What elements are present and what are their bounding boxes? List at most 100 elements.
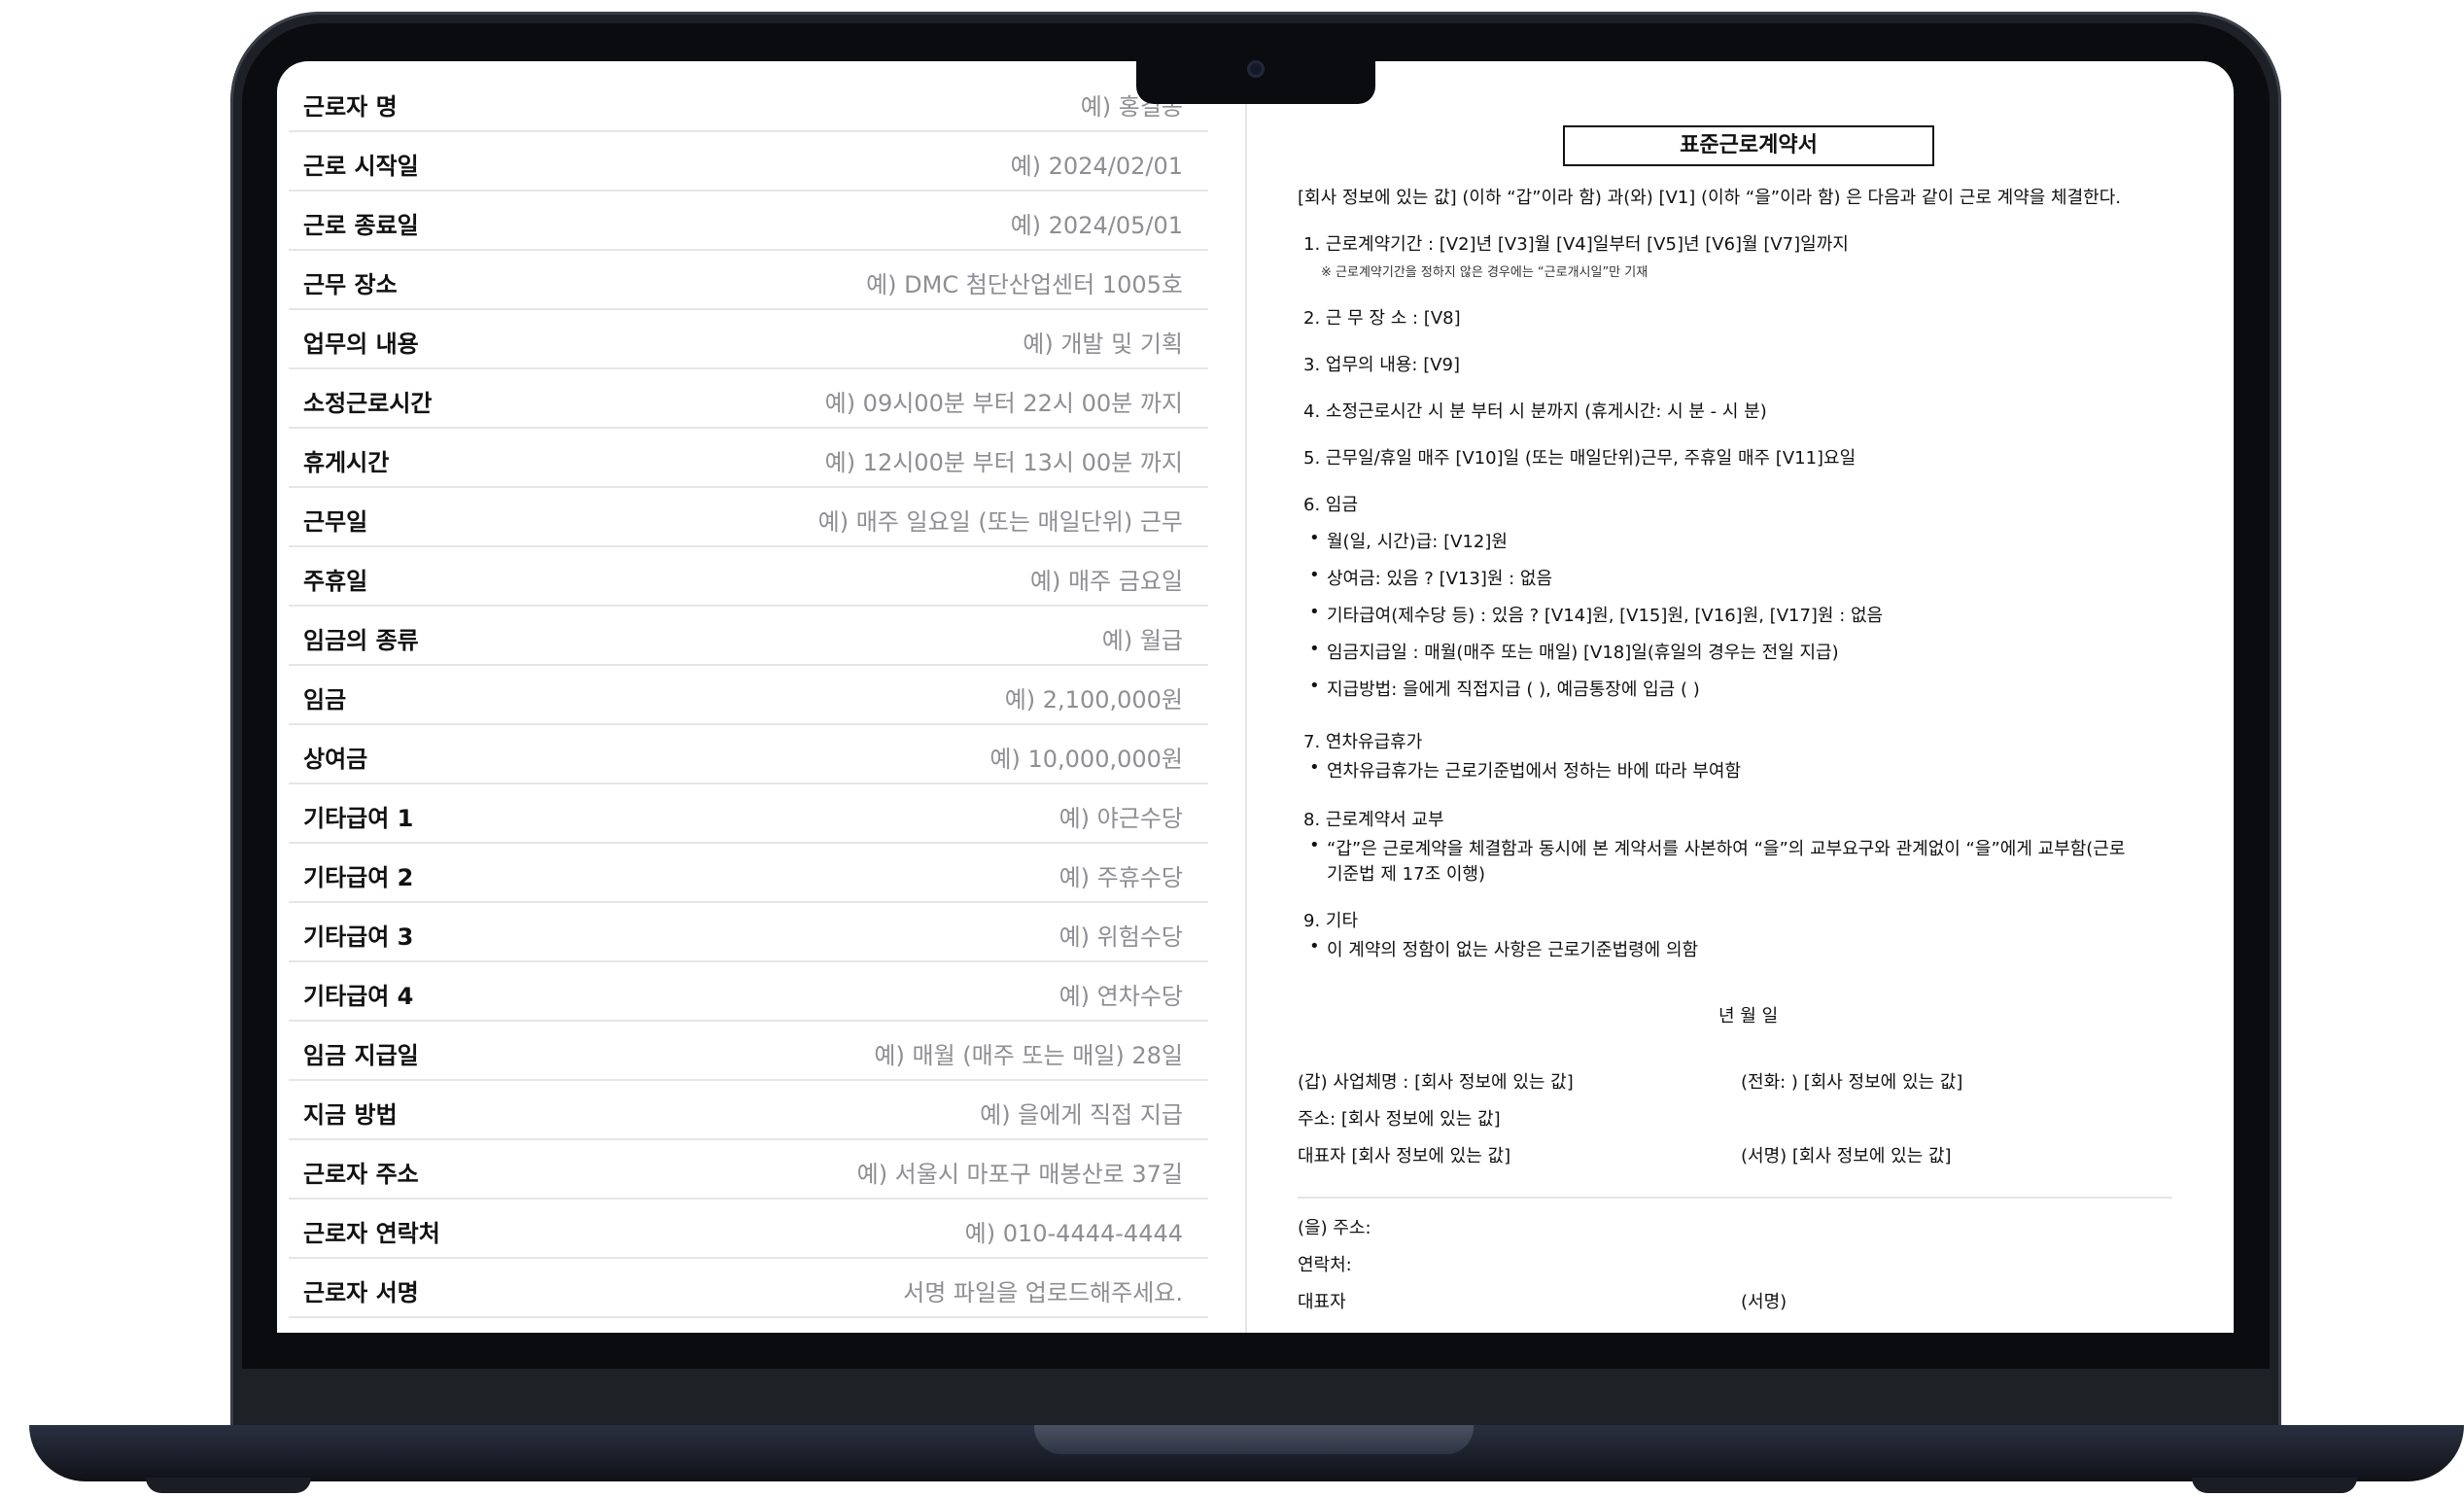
form-input-placeholder[interactable]: 예) 을에게 직접 지급: [980, 1096, 1183, 1130]
form-row[interactable]: 상여금 예) 10,000,000원: [289, 724, 1208, 784]
wage-bullet: 상여금: 있음 ? [V13]원 : 없음: [1309, 565, 1552, 590]
form-input-placeholder[interactable]: 예) 개발 및 기획: [1023, 325, 1183, 359]
employer-name: (갑) 사업체명 : [회사 정보에 있는 값]: [1298, 1072, 1574, 1093]
form-label: 근로 종료일: [303, 212, 419, 239]
base-opening-notch: [1034, 1425, 1474, 1454]
contract-form: 근로자 명 예) 홍길동 근로 시작일 예) 2024/02/01 근로 종료일 예) 2…: [277, 61, 1222, 1333]
form-row[interactable]: 근로자 명 예) 홍길동: [289, 72, 1208, 132]
clause-annual-leave: 7. 연차유급휴가: [1303, 732, 1423, 752]
form-row[interactable]: 기타급여 2 예) 주휴수당: [289, 843, 1208, 903]
form-row[interactable]: 근로자 서명 서명 파일을 업로드해주세요.: [289, 1258, 1208, 1318]
contract-date: 년 월 일: [1718, 1006, 1779, 1027]
form-input-placeholder[interactable]: 예) 2024/02/01: [1011, 147, 1183, 181]
form-row[interactable]: 지금 방법 예) 을에게 직접 지급: [289, 1080, 1208, 1140]
form-input-placeholder[interactable]: 예) 매주 금요일: [1030, 562, 1183, 596]
panel-divider: [1245, 104, 1247, 1333]
form-row[interactable]: 근무 장소 예) DMC 첨단산업센터 1005호: [289, 250, 1208, 310]
camera-icon: [1247, 60, 1265, 78]
form-row[interactable]: 근로 종료일 예) 2024/05/01: [289, 191, 1208, 251]
document-intro: [회사 정보에 있는 값] (이하 “갑”이라 함) 과(와) [V1] (이하…: [1298, 188, 2121, 208]
signature-divider: [1298, 1197, 2172, 1199]
form-input-placeholder[interactable]: 예) 12시00분 부터 13시 00분 까지: [825, 443, 1183, 477]
contract-document: 표준근로계약서 [회사 정보에 있는 값] (이하 “갑”이라 함) 과(와) …: [1249, 61, 2234, 1333]
form-label: 근무 장소: [303, 271, 398, 298]
form-row[interactable]: 휴게시간 예) 12시00분 부터 13시 00분 까지: [289, 428, 1208, 488]
form-label: 기타급여 2: [303, 864, 414, 891]
form-label: 소정근로시간: [303, 390, 433, 417]
employee-contact: 연락처:: [1298, 1255, 1352, 1275]
employee-address: (을) 주소:: [1298, 1218, 1371, 1238]
form-input-placeholder[interactable]: 예) 주휴수당: [1059, 858, 1183, 892]
form-input-placeholder[interactable]: 서명 파일을 업로드해주세요.: [903, 1273, 1183, 1307]
form-row[interactable]: 기타급여 3 예) 위험수당: [289, 902, 1208, 962]
form-row[interactable]: 근로자 연락처 예) 010-4444-4444: [289, 1199, 1208, 1259]
form-input-placeholder[interactable]: 예) 010-4444-4444: [965, 1214, 1183, 1248]
bezel-chin: [241, 1369, 2271, 1429]
laptop-foot-left: [146, 1478, 311, 1493]
form-row[interactable]: 기타급여 4 예) 연차수당: [289, 961, 1208, 1022]
form-row[interactable]: 업무의 내용 예) 개발 및 기획: [289, 309, 1208, 369]
wage-bullet: 임금지급일 : 매월(매주 또는 매일) [V18]일(휴일의 경우는 전일 지…: [1309, 639, 1839, 664]
form-label: 근무일: [303, 508, 368, 536]
form-label: 기타급여 3: [303, 923, 414, 951]
form-row[interactable]: 근로자 주소 예) 서울시 마포구 매봉산로 37길: [289, 1139, 1208, 1200]
employer-signature: (서명) [회사 정보에 있는 값]: [1741, 1146, 1952, 1166]
form-input-placeholder[interactable]: 예) 연차수당: [1059, 977, 1183, 1011]
screen: 근로자 명 예) 홍길동 근로 시작일 예) 2024/02/01 근로 종료일 예) 2…: [277, 61, 2234, 1333]
form-input-placeholder[interactable]: 예) 매월 (매주 또는 매일) 28일: [874, 1036, 1183, 1070]
form-label: 근로 시작일: [303, 153, 419, 180]
clause-workplace: 2. 근 무 장 소 : [V8]: [1303, 308, 1461, 329]
document-title: 표준근로계약서: [1563, 125, 1934, 166]
other-bullet: 이 계약의 정함이 없는 사항은 근로기준법령에 의함: [1309, 936, 1698, 961]
form-row[interactable]: 임금 지급일 예) 매월 (매주 또는 매일) 28일: [289, 1021, 1208, 1081]
form-label: 휴게시간: [303, 449, 390, 476]
form-row[interactable]: 기타급여 1 예) 야근수당: [289, 783, 1208, 844]
wage-bullet: 기타급여(제수당 등) : 있음 ? [V14]원, [V15]원, [V16]…: [1309, 602, 1883, 627]
clause-workdays: 5. 근무일/휴일 매주 [V10]일 (또는 매일단위)근무, 주휴일 매주 …: [1303, 448, 1857, 469]
clause-working-hours: 4. 소정근로시간 시 분 부터 시 분까지 (휴게시간: 시 분 - 시 분): [1303, 401, 1767, 422]
form-input-placeholder[interactable]: 예) 서울시 마포구 매봉산로 37길: [857, 1155, 1183, 1189]
form-label: 임금: [303, 686, 347, 714]
form-input-placeholder[interactable]: 예) 09시00분 부터 22시 00분 까지: [825, 384, 1183, 418]
laptop-foot-right: [2192, 1478, 2357, 1493]
clause-contract-period: 1. 근로계약기간 : [V2]년 [V3]월 [V4]일부터 [V5]년 [V…: [1303, 234, 1849, 255]
form-input-placeholder[interactable]: 예) 월급: [1102, 621, 1183, 655]
form-input-placeholder[interactable]: 예) DMC 첨단산업센터 1005호: [866, 265, 1183, 299]
form-input-placeholder[interactable]: 예) 야근수당: [1059, 799, 1183, 833]
employee-representative: 대표자: [1298, 1292, 1346, 1312]
contract-delivery-bullet-cont: 기준법 제 17조 이행): [1327, 864, 1486, 885]
clause-contract-delivery: 8. 근로계약서 교부: [1303, 810, 1444, 830]
form-label: 기타급여 1: [303, 805, 414, 832]
form-label: 임금 지급일: [303, 1042, 419, 1069]
form-row[interactable]: 임금의 종류 예) 월급: [289, 606, 1208, 666]
form-row[interactable]: 주휴일 예) 매주 금요일: [289, 546, 1208, 607]
clause-other: 9. 기타: [1303, 911, 1359, 931]
form-input-placeholder[interactable]: 예) 매주 일요일 (또는 매일단위) 근무: [818, 503, 1183, 537]
form-label: 근로자 명: [303, 93, 398, 121]
form-label: 근로자 서명: [303, 1279, 419, 1306]
form-input-placeholder[interactable]: 예) 2024/05/01: [1011, 206, 1183, 240]
form-label: 지금 방법: [303, 1101, 398, 1129]
wage-bullet: 지급방법: 을에게 직접지급 ( ), 예금통장에 입금 ( ): [1309, 676, 1700, 701]
contract-delivery-bullet: “갑”은 근로계약을 체결함과 동시에 본 계약서를 사본하여 “을”의 교부요…: [1309, 835, 2125, 860]
employer-representative: 대표자 [회사 정보에 있는 값]: [1298, 1146, 1511, 1166]
wage-bullet: 월(일, 시간)급: [V12]원: [1309, 528, 1508, 553]
form-input-placeholder[interactable]: 예) 10,000,000원: [989, 740, 1183, 774]
form-row[interactable]: 근무일 예) 매주 일요일 (또는 매일단위) 근무: [289, 487, 1208, 547]
annual-leave-bullet: 연차유급휴가는 근로기준법에서 정하는 바에 따라 부여함: [1309, 757, 1741, 783]
form-label: 기타급여 4: [303, 983, 414, 1010]
form-label: 주휴일: [303, 568, 368, 595]
form-row[interactable]: 임금 예) 2,100,000원: [289, 665, 1208, 725]
employee-signature: (서명): [1741, 1292, 1787, 1312]
clause-contract-period-note: ※ 근로계약기간을 정하지 않은 경우에는 “근로개시일”만 기재: [1321, 265, 1648, 280]
employer-address: 주소: [회사 정보에 있는 값]: [1298, 1109, 1501, 1130]
form-label: 근로자 연락처: [303, 1220, 440, 1247]
form-input-placeholder[interactable]: 예) 위험수당: [1059, 918, 1183, 952]
clause-wage: 6. 임금: [1303, 495, 1359, 515]
clause-job-description: 3. 업무의 내용: [V9]: [1303, 355, 1461, 375]
form-input-placeholder[interactable]: 예) 2,100,000원: [1005, 680, 1183, 714]
form-label: 상여금: [303, 746, 368, 773]
form-row[interactable]: 소정근로시간 예) 09시00분 부터 22시 00분 까지: [289, 368, 1208, 429]
employer-phone: (전화: ) [회사 정보에 있는 값]: [1741, 1072, 1963, 1093]
form-row[interactable]: 근로 시작일 예) 2024/02/01: [289, 131, 1208, 191]
